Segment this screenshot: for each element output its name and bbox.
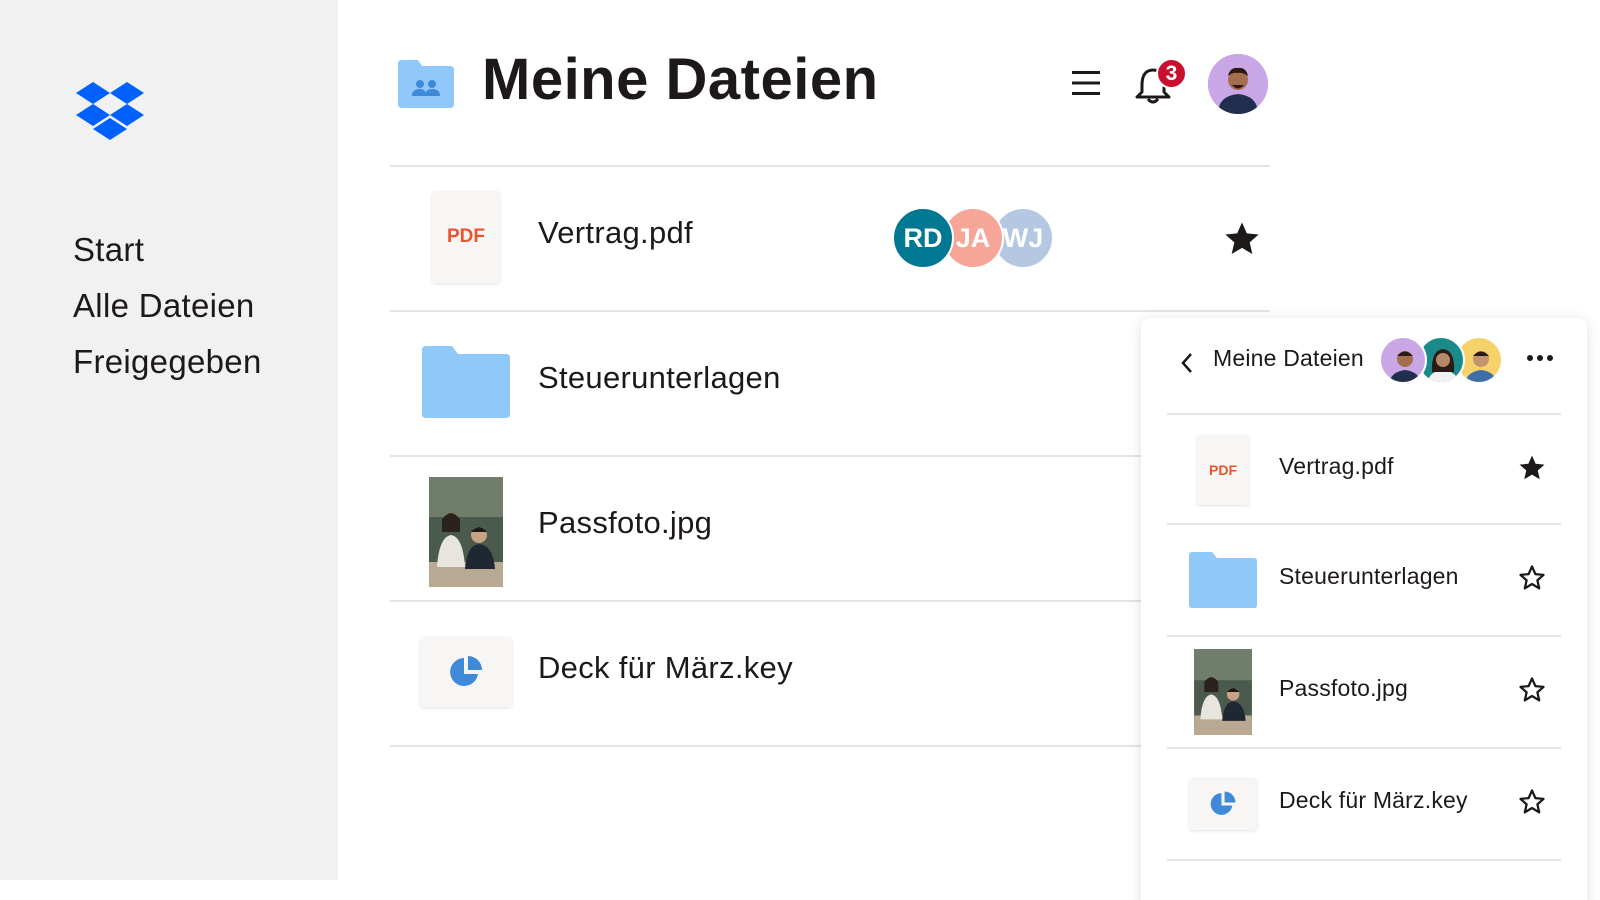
keynote-file-icon bbox=[420, 626, 512, 718]
keynote-tile bbox=[420, 637, 512, 707]
dropbox-logo-icon[interactable] bbox=[76, 80, 144, 140]
star-outline-icon[interactable] bbox=[1517, 787, 1547, 817]
collaborator-avatar-rd: RD bbox=[892, 207, 954, 269]
more-horizontal-icon[interactable] bbox=[1525, 348, 1555, 368]
chevron-left-icon[interactable] bbox=[1177, 348, 1197, 378]
star-outline-icon[interactable] bbox=[1517, 675, 1547, 705]
notification-badge: 3 bbox=[1156, 58, 1187, 89]
file-row-vertrag[interactable]: PDF Vertrag.pdf RD JA WJ bbox=[390, 167, 1270, 312]
hamburger-menu-icon[interactable] bbox=[1070, 68, 1102, 98]
sidebar-item-freigegeben[interactable]: Freigegeben bbox=[73, 334, 262, 390]
sidebar-item-alle-dateien[interactable]: Alle Dateien bbox=[73, 278, 262, 334]
star-filled-icon[interactable] bbox=[1222, 219, 1262, 259]
panel-row-steuerunterlagen[interactable]: Steuerunterlagen bbox=[1167, 525, 1561, 637]
file-name: Deck für März.key bbox=[538, 650, 793, 685]
photo-thumbnail-icon bbox=[420, 477, 512, 587]
panel-row-vertrag[interactable]: PDF Vertrag.pdf bbox=[1167, 413, 1561, 525]
file-name: Vertrag.pdf bbox=[538, 215, 693, 250]
shared-folder-icon bbox=[398, 60, 454, 108]
pie-chart-icon bbox=[450, 656, 482, 686]
panel-avatar-1 bbox=[1379, 336, 1427, 384]
panel-file-name: Steuerunterlagen bbox=[1279, 563, 1459, 589]
sidebar: Start Alle Dateien Freigegeben bbox=[0, 0, 338, 880]
page-title: Meine Dateien bbox=[482, 47, 879, 112]
keynote-file-icon bbox=[1189, 769, 1257, 839]
folder-icon bbox=[420, 336, 512, 428]
file-row-steuerunterlagen[interactable]: Steuerunterlagen bbox=[390, 312, 1270, 457]
star-outline-icon[interactable] bbox=[1517, 563, 1547, 593]
folder-icon bbox=[1189, 545, 1257, 615]
keynote-tile bbox=[1189, 778, 1257, 830]
pie-chart-icon bbox=[1210, 791, 1236, 815]
pdf-file-icon: PDF bbox=[1189, 435, 1257, 505]
sidebar-nav: Start Alle Dateien Freigegeben bbox=[73, 222, 262, 390]
file-row-passfoto[interactable]: Passfoto.jpg bbox=[390, 457, 1270, 602]
header: Meine Dateien 3 bbox=[390, 40, 1270, 130]
file-name: Passfoto.jpg bbox=[538, 505, 713, 540]
user-avatar-icon bbox=[1208, 54, 1268, 114]
file-name: Steuerunterlagen bbox=[538, 360, 781, 395]
panel-row-deck[interactable]: Deck für März.key bbox=[1167, 749, 1561, 861]
pdf-badge: PDF bbox=[432, 191, 500, 283]
sidebar-item-start[interactable]: Start bbox=[73, 222, 262, 278]
user-avatar[interactable] bbox=[1208, 54, 1268, 114]
file-list: PDF Vertrag.pdf RD JA WJ Steuerunterlage… bbox=[390, 165, 1270, 747]
panel-row-passfoto[interactable]: Passfoto.jpg bbox=[1167, 637, 1561, 749]
panel-file-name: Deck für März.key bbox=[1279, 787, 1468, 813]
panel-file-list: PDF Vertrag.pdf Steuerunterlagen Passfot… bbox=[1167, 413, 1561, 861]
panel-file-name: Passfoto.jpg bbox=[1279, 675, 1408, 701]
photo-thumbnail-icon bbox=[1189, 649, 1257, 735]
panel-title: Meine Dateien bbox=[1213, 345, 1364, 371]
file-row-deck[interactable]: Deck für März.key bbox=[390, 602, 1270, 747]
pdf-badge: PDF bbox=[1197, 435, 1249, 505]
panel-file-name: Vertrag.pdf bbox=[1279, 453, 1394, 479]
star-filled-icon[interactable] bbox=[1517, 453, 1547, 483]
pdf-file-icon: PDF bbox=[420, 191, 512, 283]
mobile-panel: Meine Dateien PDF Vertrag.pdf Steuerunte… bbox=[1141, 318, 1587, 900]
